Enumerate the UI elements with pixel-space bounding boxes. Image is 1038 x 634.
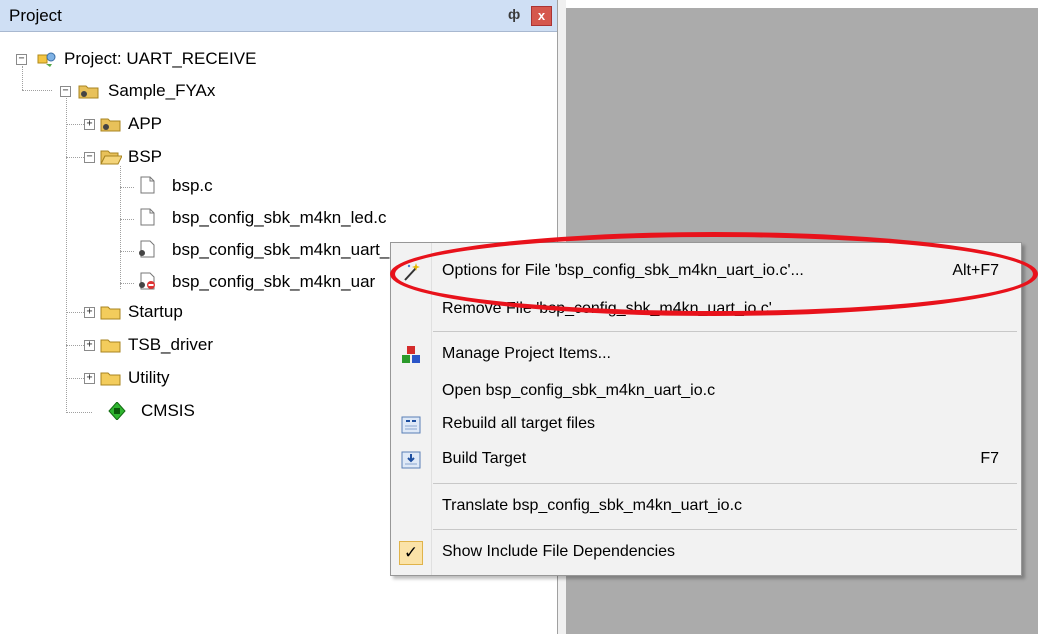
menu-item-open-file[interactable]: Open bsp_config_sbk_m4kn_uart_io.c [391,376,1021,408]
tree-line [120,219,134,220]
tree-project-label[interactable]: Project: UART_RECEIVE [64,49,256,69]
tree-target-label[interactable]: Sample_FYAx [108,81,215,101]
file-icon [140,208,155,226]
project-icon [37,52,56,67]
rebuild-icon [401,416,421,434]
menu-separator [433,331,1017,332]
menu-item-manage-project-items[interactable]: Manage Project Items... [391,339,1021,371]
folder-icon [100,306,121,320]
tree-line [66,345,84,346]
panel-title: Project [9,6,62,25]
tree-line [120,166,121,289]
tree-group-startup[interactable]: Startup [128,302,183,322]
expand-expander[interactable]: + [84,340,95,351]
tree-group-bsp[interactable]: BSP [128,147,162,167]
menu-separator [433,483,1017,484]
menu-item-show-include-deps[interactable]: ✓ Show Include File Dependencies [391,537,1021,569]
tree-line [66,312,84,313]
expand-expander[interactable]: + [84,307,95,318]
folder-icon [100,339,121,353]
open-folder-icon [100,150,122,165]
checkmark-icon: ✓ [399,541,423,565]
tree-line [66,157,84,158]
menu-label: Build Target [442,450,527,467]
tree-line [66,378,84,379]
tree-line [120,251,134,252]
menu-shortcut: F7 [980,450,999,467]
tree-file-uart-io[interactable]: bsp_config_sbk_m4kn_uart_io.c [172,240,416,260]
pin-icon[interactable]: ф [508,6,520,22]
group-folder-icon [100,118,121,132]
file-excluded-icon [139,272,155,290]
tree-line [66,412,92,413]
highlight-ellipse [390,232,1038,316]
collapse-expander[interactable]: − [16,54,27,65]
editor-top-strip [566,0,1038,8]
build-icon [401,451,421,469]
close-icon[interactable]: x [531,6,552,26]
panel-title-bar: Project ф x [0,0,558,32]
folder-icon [100,372,121,386]
tree-line [22,66,23,90]
tree-line [120,187,134,188]
menu-item-build-target[interactable]: Build Target F7 [391,444,1021,476]
menu-label: Open bsp_config_sbk_m4kn_uart_io.c [442,382,716,399]
cmsis-component-icon [108,402,126,420]
collapse-expander[interactable]: − [60,86,71,97]
collapse-expander[interactable]: − [84,152,95,163]
tree-cmsis[interactable]: CMSIS [141,401,195,421]
menu-item-rebuild-all[interactable]: Rebuild all target files [391,409,1021,441]
expand-expander[interactable]: + [84,373,95,384]
file-icon [140,176,155,194]
expand-expander[interactable]: + [84,119,95,130]
file-options-icon [139,240,155,258]
tree-group-app[interactable]: APP [128,114,162,134]
tree-file-uar[interactable]: bsp_config_sbk_m4kn_uar [172,272,375,292]
manage-items-icon [402,346,420,363]
tree-file-led[interactable]: bsp_config_sbk_m4kn_led.c [172,208,387,228]
tree-line [120,283,134,284]
menu-label: Rebuild all target files [442,415,595,432]
menu-separator [433,529,1017,530]
menu-label: Show Include File Dependencies [442,543,676,560]
tree-line [22,90,52,91]
tree-line [66,124,84,125]
menu-item-translate[interactable]: Translate bsp_config_sbk_m4kn_uart_io.c [391,491,1021,523]
menu-label: Manage Project Items... [442,345,611,362]
tree-group-tsb-driver[interactable]: TSB_driver [128,335,213,355]
target-folder-icon [78,85,99,99]
menu-label: Translate bsp_config_sbk_m4kn_uart_io.c [442,497,743,514]
tree-group-utility[interactable]: Utility [128,368,170,388]
tree-line [66,98,67,413]
tree-file-bsp-c[interactable]: bsp.c [172,176,213,196]
